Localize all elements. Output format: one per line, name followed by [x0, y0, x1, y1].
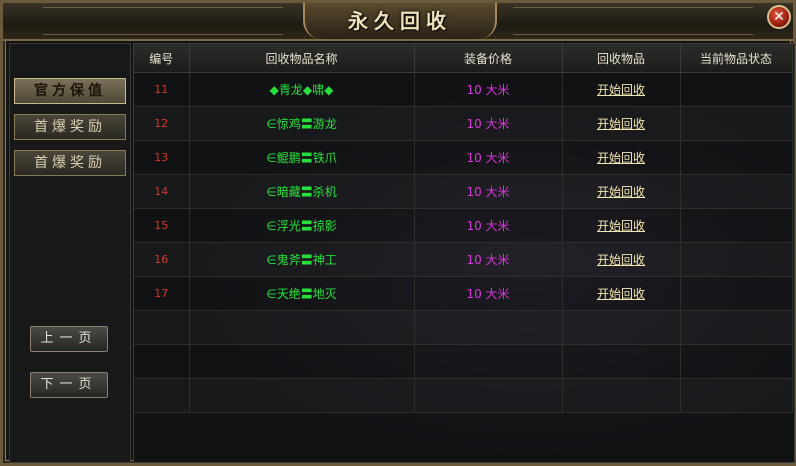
table-row: 13 ∈鲲鹏〓铁爪 10 大米 开始回收 — [134, 140, 793, 175]
row-item-name — [189, 344, 415, 379]
tab-official-value[interactable]: 官方保值 — [14, 78, 126, 104]
row-id — [134, 344, 190, 379]
start-recycle-link[interactable]: 开始回收 — [597, 287, 645, 301]
table-row: 16 ∈鬼斧〓神工 10 大米 开始回收 — [134, 242, 793, 277]
row-price: 10 大米 — [414, 72, 563, 107]
column-header-item-name: 回收物品名称 — [189, 44, 415, 73]
row-action-cell: 开始回收 — [562, 140, 681, 175]
row-action-cell: 开始回收 — [562, 72, 681, 107]
row-action-cell: 开始回收 — [562, 242, 681, 277]
sidebar: 官方保值 首爆奖励 首爆奖励 上一页 下一页 — [9, 43, 131, 463]
row-item-name: ∈鲲鹏〓铁爪 — [189, 140, 415, 175]
row-action-cell: 开始回收 — [562, 106, 681, 141]
table-row: 15 ∈浮光〓掠影 10 大米 开始回收 — [134, 208, 793, 243]
row-id: 12 — [134, 106, 190, 141]
close-button[interactable]: ✕ — [767, 5, 791, 29]
start-recycle-link[interactable]: 开始回收 — [597, 83, 645, 97]
prev-page-button[interactable]: 上一页 — [30, 326, 108, 352]
row-price: 10 大米 — [414, 276, 563, 311]
table-header: 编号 回收物品名称 装备价格 回收物品 当前物品状态 — [134, 44, 793, 73]
table-row: 11 ◆青龙◆啸◆ 10 大米 开始回收 — [134, 72, 793, 107]
table-row-empty — [134, 344, 793, 379]
row-id — [134, 310, 190, 345]
window-title: 永久回收 — [348, 9, 452, 33]
recycle-table: 编号 回收物品名称 装备价格 回收物品 当前物品状态 11 ◆青龙◆啸◆ 10 … — [134, 44, 793, 413]
row-price — [414, 310, 563, 345]
row-action-cell — [562, 310, 681, 345]
start-recycle-link[interactable]: 开始回收 — [597, 185, 645, 199]
title-ornament-right — [513, 7, 753, 35]
row-price: 10 大米 — [414, 140, 563, 175]
column-header-price: 装备价格 — [414, 44, 563, 73]
row-status — [680, 208, 793, 243]
next-page-button[interactable]: 下一页 — [30, 372, 108, 398]
row-status — [680, 174, 793, 209]
table-row: 14 ∈暗藏〓杀机 10 大米 开始回收 — [134, 174, 793, 209]
row-id: 14 — [134, 174, 190, 209]
row-id: 11 — [134, 72, 190, 107]
row-price — [414, 344, 563, 379]
row-price: 10 大米 — [414, 174, 563, 209]
row-item-name: ◆青龙◆啸◆ — [189, 72, 415, 107]
row-action-cell — [562, 378, 681, 413]
row-action-cell: 开始回收 — [562, 174, 681, 209]
table-row: 17 ∈天绝〓地灭 10 大米 开始回收 — [134, 276, 793, 311]
row-status — [680, 378, 793, 413]
tab-first-drop-reward-1[interactable]: 首爆奖励 — [14, 114, 126, 140]
row-item-name: ∈暗藏〓杀机 — [189, 174, 415, 209]
row-status — [680, 242, 793, 277]
column-header-recycle: 回收物品 — [562, 44, 681, 73]
row-item-name: ∈天绝〓地灭 — [189, 276, 415, 311]
row-action-cell — [562, 344, 681, 379]
recycle-table-panel: 编号 回收物品名称 装备价格 回收物品 当前物品状态 11 ◆青龙◆啸◆ 10 … — [133, 43, 795, 463]
row-status — [680, 310, 793, 345]
column-header-status: 当前物品状态 — [680, 44, 793, 73]
close-icon: ✕ — [773, 9, 785, 25]
start-recycle-link[interactable]: 开始回收 — [597, 253, 645, 267]
recycle-window: 永久回收 ✕ 官方保值 首爆奖励 首爆奖励 上一页 下一页 编号 回收物品名称 … — [0, 0, 796, 466]
row-id: 15 — [134, 208, 190, 243]
row-status — [680, 106, 793, 141]
row-id — [134, 378, 190, 413]
column-header-id: 编号 — [134, 44, 190, 73]
row-price: 10 大米 — [414, 106, 563, 141]
title-ornament-left — [43, 7, 283, 35]
start-recycle-link[interactable]: 开始回收 — [597, 219, 645, 233]
row-item-name — [189, 378, 415, 413]
row-item-name — [189, 310, 415, 345]
row-id: 13 — [134, 140, 190, 175]
row-item-name: ∈惊鸡〓游龙 — [189, 106, 415, 141]
row-item-name: ∈浮光〓掠影 — [189, 208, 415, 243]
tab-first-drop-reward-2[interactable]: 首爆奖励 — [14, 150, 126, 176]
row-price: 10 大米 — [414, 242, 563, 277]
row-status — [680, 344, 793, 379]
table-row-empty — [134, 310, 793, 345]
row-id: 16 — [134, 242, 190, 277]
row-status — [680, 276, 793, 311]
row-item-name: ∈鬼斧〓神工 — [189, 242, 415, 277]
row-price: 10 大米 — [414, 208, 563, 243]
table-row: 12 ∈惊鸡〓游龙 10 大米 开始回收 — [134, 106, 793, 141]
row-action-cell: 开始回收 — [562, 276, 681, 311]
row-status — [680, 72, 793, 107]
title-plate: 永久回收 — [303, 3, 497, 39]
start-recycle-link[interactable]: 开始回收 — [597, 117, 645, 131]
row-status — [680, 140, 793, 175]
row-price — [414, 378, 563, 413]
row-action-cell: 开始回收 — [562, 208, 681, 243]
row-id: 17 — [134, 276, 190, 311]
title-bar: 永久回收 ✕ — [3, 3, 793, 41]
start-recycle-link[interactable]: 开始回收 — [597, 151, 645, 165]
table-row-empty — [134, 378, 793, 413]
